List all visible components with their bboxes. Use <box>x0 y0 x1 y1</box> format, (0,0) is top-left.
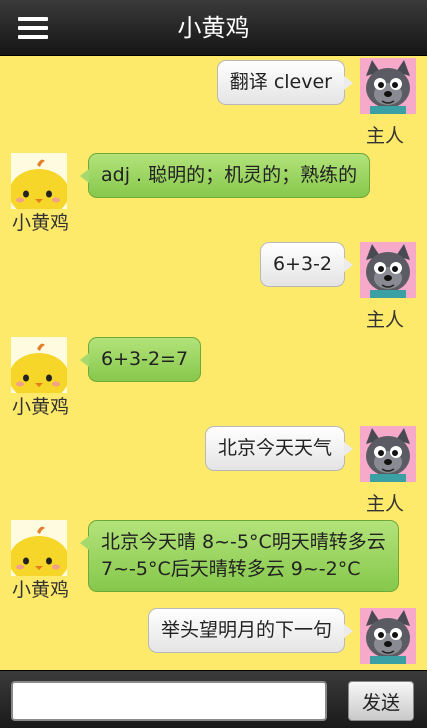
user-message-bubble: 北京今天天气 <box>204 426 354 471</box>
user-avatar[interactable] <box>360 608 416 664</box>
message-row-user: 翻译 clever 主人 <box>0 58 427 150</box>
message-row-bot: 小黄鸡 adj . 聪明的；机灵的；熟练的 <box>0 153 427 237</box>
user-message-bubble: 6+3-2 <box>259 242 354 287</box>
message-row-user: 6+3-2 主人 <box>0 242 427 334</box>
user-avatar[interactable] <box>360 58 416 114</box>
bot-name-label: 小黄鸡 <box>12 579 70 601</box>
composer-bar: 发送 <box>0 670 427 728</box>
send-button[interactable]: 发送 <box>348 681 414 721</box>
user-name-label: 主人 <box>366 493 405 515</box>
message-input[interactable] <box>11 681 327 721</box>
bot-name-label: 小黄鸡 <box>12 212 70 234</box>
user-name-label: 主人 <box>366 309 405 331</box>
bot-message-bubble: 6+3-2=7 <box>79 337 202 382</box>
user-avatar[interactable] <box>360 426 416 482</box>
bot-avatar[interactable] <box>11 520 67 576</box>
bot-message-line: 7~-5°C后天晴转多云 9~-2°C <box>101 558 361 580</box>
bot-name-label: 小黄鸡 <box>12 396 70 418</box>
bot-avatar[interactable] <box>11 337 67 393</box>
message-row-bot: 小黄鸡 北京今天晴 8~-5°C明天晴转多云 7~-5°C后天晴转多云 9~-2… <box>0 520 427 604</box>
page-title: 小黄鸡 <box>177 14 250 42</box>
bot-message-bubble: 北京今天晴 8~-5°C明天晴转多云 7~-5°C后天晴转多云 9~-2°C <box>80 520 399 592</box>
message-row-user: 举头望明月的下一句 <box>0 608 427 670</box>
chat-area[interactable]: 翻译 clever 主人 小黄鸡 adj . 聪明的；机灵的；熟练的 6+3-2… <box>0 56 427 670</box>
bot-avatar[interactable] <box>11 153 67 209</box>
message-row-user: 北京今天天气 主人 <box>0 426 427 518</box>
bot-message-line: 北京今天晴 8~-5°C明天晴转多云 <box>101 531 386 553</box>
bot-message-bubble: adj . 聪明的；机灵的；熟练的 <box>79 153 371 198</box>
message-row-bot: 小黄鸡 6+3-2=7 <box>0 337 427 421</box>
user-name-label: 主人 <box>366 125 405 147</box>
user-avatar[interactable] <box>360 242 416 298</box>
user-message-bubble: 举头望明月的下一句 <box>147 608 354 653</box>
user-message-bubble: 翻译 clever <box>216 60 354 105</box>
title-bar: 小黄鸡 <box>0 0 427 56</box>
